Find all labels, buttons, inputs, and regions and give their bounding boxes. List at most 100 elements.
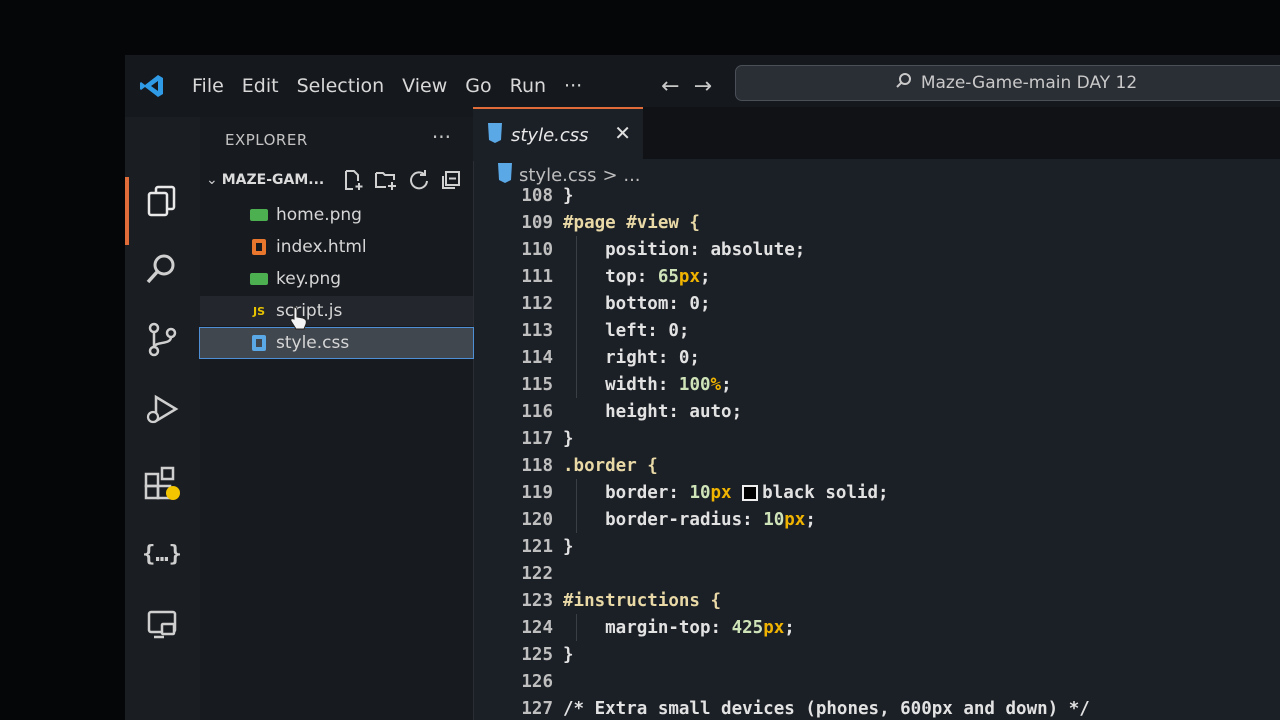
collapse-all-icon[interactable] — [440, 169, 462, 195]
code-text: right: 0; — [563, 347, 700, 368]
code-text: } — [563, 428, 574, 449]
code-line: 125} — [473, 641, 1280, 668]
code-line: 108} — [473, 182, 1280, 209]
code-line: 109 #page #view { — [473, 209, 1280, 236]
remote-explorer-icon[interactable] — [140, 602, 184, 646]
new-folder-icon[interactable] — [374, 169, 398, 195]
code-line: 117} — [473, 425, 1280, 452]
code-line: 115 width: 100%; — [473, 371, 1280, 398]
line-number: 126 — [521, 671, 553, 692]
code-line: 122 — [473, 560, 1280, 587]
file-label: index.html — [276, 237, 367, 257]
json-braces-icon[interactable]: {…} — [140, 532, 184, 576]
active-indicator — [125, 177, 129, 245]
code-text: border: 10px black solid; — [563, 482, 889, 503]
vscode-window: File Edit Selection View Go Run ··· ← → … — [125, 55, 1280, 720]
folder-name[interactable]: MAZE-GAM... — [222, 172, 325, 188]
folder-actions — [342, 169, 462, 195]
code-line: 116 height: auto; — [473, 398, 1280, 425]
code-text: border-radius: 10px; — [563, 509, 816, 530]
file-home-png[interactable]: home.png — [200, 200, 473, 230]
tab-label: style.css — [511, 124, 589, 146]
close-icon[interactable]: ✕ — [614, 121, 631, 145]
refresh-icon[interactable] — [408, 169, 430, 195]
menu-bar: File Edit Selection View Go Run ··· — [183, 75, 591, 97]
code-line: 113 left: 0; — [473, 317, 1280, 344]
run-debug-icon[interactable] — [140, 387, 184, 431]
indent-guide — [576, 614, 577, 641]
file-style-css[interactable]: style.css — [199, 327, 474, 359]
line-number: 117 — [521, 428, 553, 449]
code-text: bottom: 0; — [563, 293, 711, 314]
code-line: 114 right: 0; — [473, 344, 1280, 371]
file-key-png[interactable]: key.png — [200, 264, 473, 294]
editor-tab-bar: style.css ✕ — [473, 107, 1280, 161]
css-icon — [487, 123, 503, 147]
code-text: position: absolute; — [563, 239, 806, 260]
menu-go[interactable]: Go — [456, 75, 500, 97]
menu-more[interactable]: ··· — [555, 75, 591, 97]
explorer-files-icon[interactable] — [140, 179, 184, 223]
vscode-logo-icon — [135, 69, 169, 103]
code-line: 123 #instructions { — [473, 587, 1280, 614]
code-text: left: 0; — [563, 320, 690, 341]
explorer-more-button[interactable]: ··· — [432, 125, 451, 149]
code-line: 124 margin-top: 425px; — [473, 614, 1280, 641]
line-number: 122 — [521, 563, 553, 584]
code-editor[interactable]: 108} 109 #page #view {110 position: absolu… — [473, 186, 1280, 720]
menu-view[interactable]: View — [393, 75, 456, 97]
menu-file[interactable]: File — [183, 75, 233, 97]
search-text: Maze-Game-main DAY 12 — [920, 73, 1138, 93]
line-number: 113 — [521, 320, 553, 341]
color-swatch-icon[interactable] — [742, 484, 759, 501]
chevron-down-icon[interactable]: ⌄ — [206, 172, 218, 188]
line-number: 114 — [521, 347, 553, 368]
explorer-title: EXPLORER — [225, 131, 308, 149]
code-text: } — [563, 644, 574, 665]
image-icon — [248, 271, 270, 287]
code-text: } — [563, 536, 574, 557]
new-file-icon[interactable] — [342, 169, 364, 195]
source-control-icon[interactable] — [140, 317, 184, 361]
code-line: 119 border: 10px black solid; — [473, 479, 1280, 506]
line-number: 116 — [521, 401, 553, 422]
menu-selection[interactable]: Selection — [288, 75, 394, 97]
line-number: 127 — [521, 698, 553, 719]
code-line: 110 position: absolute; — [473, 236, 1280, 263]
line-number: 121 — [521, 536, 553, 557]
forward-arrow-icon[interactable]: → — [694, 74, 712, 99]
file-label: home.png — [276, 205, 362, 225]
code-line: 118 .border { — [473, 452, 1280, 479]
code-text: height: auto; — [563, 401, 743, 422]
css-icon — [248, 335, 270, 351]
extensions-icon[interactable] — [140, 462, 184, 506]
command-center-search[interactable]: Maze-Game-main DAY 12 — [735, 65, 1280, 101]
search-icon[interactable] — [140, 247, 184, 291]
file-script-js[interactable]: JS script.js — [200, 296, 473, 326]
code-line: 111 top: 65px; — [473, 263, 1280, 290]
folder-header[interactable]: ⌄ MAZE-GAM... — [206, 167, 468, 193]
line-number: 115 — [521, 374, 553, 395]
tab-style-css[interactable]: style.css ✕ — [473, 107, 643, 161]
line-number: 120 — [521, 509, 553, 530]
back-arrow-icon[interactable]: ← — [661, 74, 679, 99]
image-icon — [248, 207, 270, 223]
code-line: 112 bottom: 0; — [473, 290, 1280, 317]
code-text: #instructions { — [563, 590, 722, 611]
file-label: style.css — [276, 333, 350, 353]
mouse-cursor-icon — [288, 305, 310, 335]
menu-run[interactable]: Run — [501, 75, 555, 97]
explorer-sidebar: EXPLORER ··· ⌄ MAZE-GAM... home.png inde… — [199, 117, 474, 720]
js-icon: JS — [252, 304, 265, 318]
line-number: 111 — [521, 266, 553, 287]
code-text: #page #view { — [563, 212, 700, 233]
line-number: 123 — [521, 590, 553, 611]
code-line: 127 /* Extra small devices (phones, 600px… — [473, 695, 1280, 720]
code-line: 120 border-radius: 10px; — [473, 506, 1280, 533]
code-text: } — [563, 185, 574, 206]
file-index-html[interactable]: index.html — [200, 232, 473, 262]
code-text: width: 100%; — [563, 374, 732, 395]
code-text: margin-top: 425px; — [563, 617, 795, 638]
code-text: top: 65px; — [563, 266, 711, 287]
menu-edit[interactable]: Edit — [233, 75, 288, 97]
